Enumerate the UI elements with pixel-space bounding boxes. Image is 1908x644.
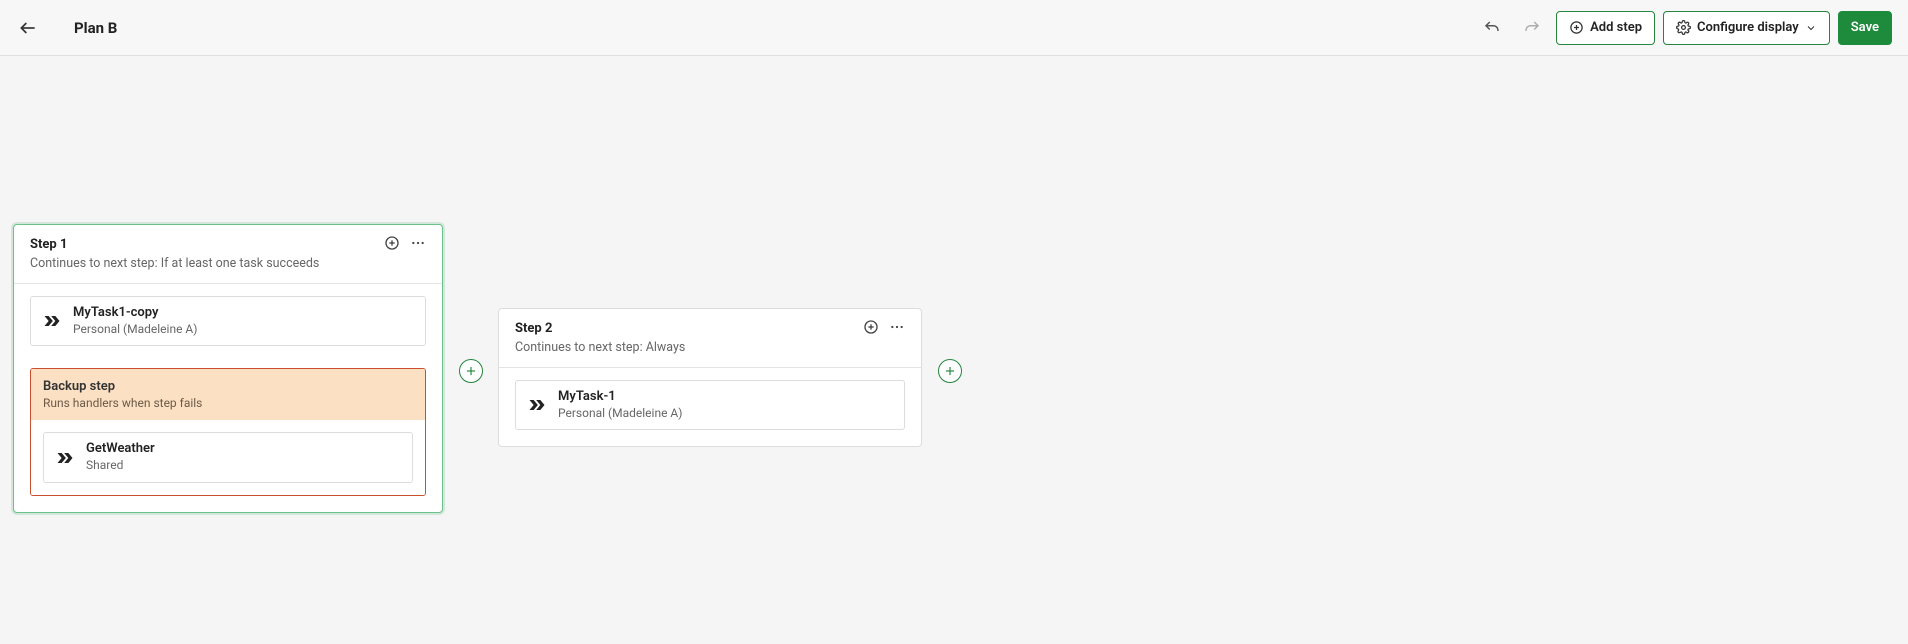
gear-icon <box>1676 20 1691 35</box>
undo-icon <box>1483 19 1501 37</box>
step-add-task-button[interactable] <box>863 319 879 339</box>
save-label: Save <box>1851 20 1879 35</box>
step-continues: Continues to next step: If at least one … <box>30 256 384 271</box>
backup-header: Backup step Runs handlers when step fail… <box>31 369 425 420</box>
task-location: Personal (Madeleine A) <box>558 406 682 422</box>
step-more-button[interactable] <box>889 319 905 339</box>
forward-icon <box>527 395 547 415</box>
plus-circle-icon <box>863 319 879 335</box>
step-title: Step 2 <box>515 321 863 336</box>
task-name: GetWeather <box>86 441 155 458</box>
task-card[interactable]: MyTask-1 Personal (Madeleine A) <box>515 380 905 430</box>
task-icon <box>41 310 63 332</box>
step-body: MyTask1-copy Personal (Madeleine A) Back… <box>14 284 442 512</box>
backup-title: Backup step <box>43 379 413 394</box>
add-step-button[interactable]: Add step <box>1556 11 1655 45</box>
undo-button[interactable] <box>1476 12 1508 44</box>
redo-icon <box>1523 19 1541 37</box>
step-body: MyTask-1 Personal (Madeleine A) <box>499 368 921 446</box>
add-step-label: Add step <box>1590 20 1642 35</box>
task-location: Personal (Madeleine A) <box>73 322 197 338</box>
step-more-button[interactable] <box>410 235 426 255</box>
configure-display-button[interactable]: Configure display <box>1663 11 1830 45</box>
task-name: MyTask-1 <box>558 389 682 406</box>
task-card[interactable]: GetWeather Shared <box>43 432 413 482</box>
app-header: Plan B Add step <box>0 0 1908 56</box>
forward-icon <box>55 448 75 468</box>
more-horizontal-icon <box>410 235 426 251</box>
backup-subtitle: Runs handlers when step fails <box>43 396 413 410</box>
task-location: Shared <box>86 458 155 474</box>
step-continues: Continues to next step: Always <box>515 340 863 355</box>
page-title: Plan B <box>74 19 117 37</box>
task-card[interactable]: MyTask1-copy Personal (Madeleine A) <box>30 296 426 346</box>
plus-icon <box>943 364 957 378</box>
step-card-1[interactable]: Step 1 Continues to next step: If at lea… <box>13 224 443 513</box>
configure-display-label: Configure display <box>1697 20 1799 35</box>
more-horizontal-icon <box>889 319 905 335</box>
add-step-connector[interactable] <box>459 359 483 383</box>
redo-button[interactable] <box>1516 12 1548 44</box>
arrow-left-icon <box>18 18 38 38</box>
back-button[interactable] <box>0 0 56 56</box>
step-card-2[interactable]: Step 2 Continues to next step: Always <box>498 308 922 447</box>
plus-circle-icon <box>384 235 400 251</box>
header-actions: Add step Configure display Save <box>1476 11 1892 45</box>
plus-icon <box>464 364 478 378</box>
workflow-canvas[interactable]: Step 1 Continues to next step: If at lea… <box>0 56 1908 644</box>
save-button[interactable]: Save <box>1838 11 1892 45</box>
add-step-connector[interactable] <box>938 359 962 383</box>
task-icon <box>54 447 76 469</box>
chevron-down-icon <box>1805 22 1817 34</box>
step-add-task-button[interactable] <box>384 235 400 255</box>
forward-icon <box>42 311 62 331</box>
backup-step-section: Backup step Runs handlers when step fail… <box>30 368 426 495</box>
task-name: MyTask1-copy <box>73 305 197 322</box>
plus-circle-icon <box>1569 20 1584 35</box>
step-header: Step 2 Continues to next step: Always <box>499 309 921 368</box>
step-header: Step 1 Continues to next step: If at lea… <box>14 225 442 284</box>
step-title: Step 1 <box>30 237 384 252</box>
task-icon <box>526 394 548 416</box>
